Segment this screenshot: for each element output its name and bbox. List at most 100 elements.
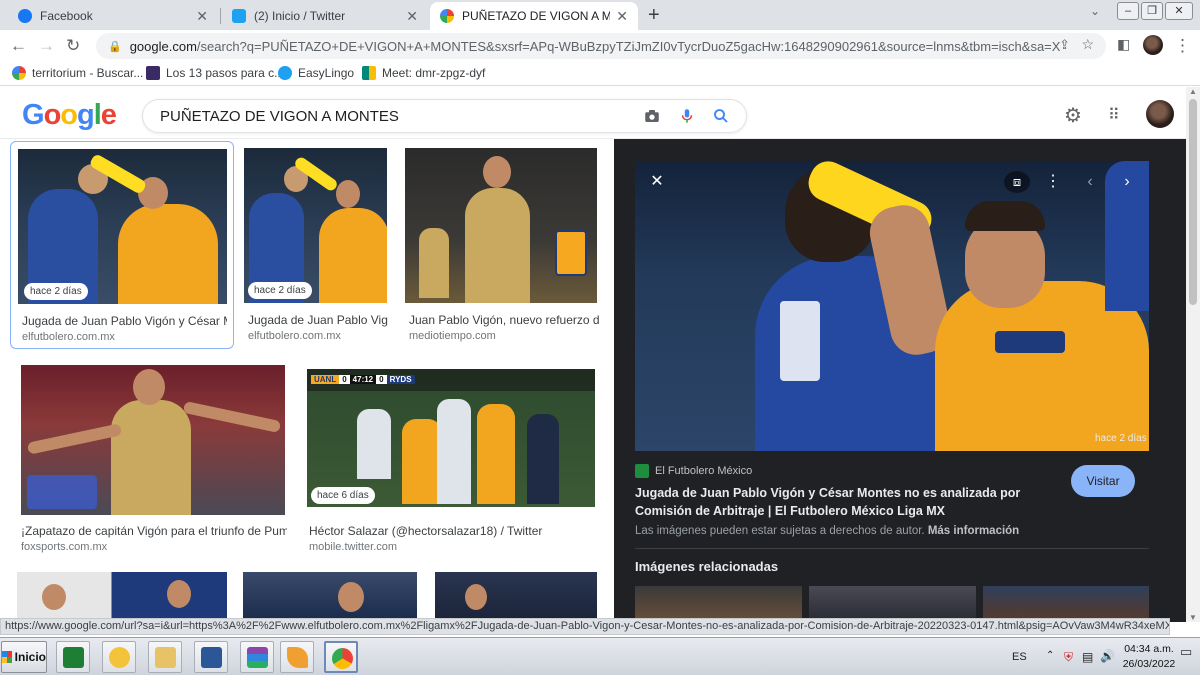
player-arm [26,423,123,455]
scroll-up-icon[interactable]: ▲ [1189,87,1197,96]
result-thumbnail[interactable] [405,148,597,303]
result-thumbnail[interactable]: hace 2 días [244,148,387,303]
volume-icon[interactable]: 🔊 [1100,649,1115,663]
tab-twitter[interactable]: (2) Inicio / Twitter ✕ [222,2,428,30]
preview-image[interactable] [635,161,1149,451]
source-name[interactable]: El Futbolero México [655,465,752,477]
result-caption[interactable]: Héctor Salazar (@hectorsalazar18) / Twit… [309,524,595,538]
paint-taskbar-icon[interactable] [280,641,314,673]
explorer-taskbar-icon[interactable] [148,641,182,673]
tab-facebook[interactable]: Facebook ✕ [8,2,218,30]
result-thumbnail[interactable]: UANL 0 47:12 0 RYDS hace 6 días [307,369,595,507]
start-button[interactable]: Inicio [1,641,47,673]
chrome-taskbar-icon[interactable] [324,641,358,673]
tab-search-icon[interactable]: ⌄ [1090,4,1100,18]
more-info-link[interactable]: Más información [928,525,1019,537]
player-head [133,369,165,405]
tab-title: Facebook [40,9,93,23]
image-result-card[interactable] [17,572,227,622]
back-icon[interactable]: ← [10,36,27,56]
search-box[interactable]: PUÑETAZO DE VIGON A MONTES [142,99,747,133]
settings-gear-icon[interactable]: ⚙ [1064,103,1082,128]
google-logo[interactable]: Google [22,99,117,132]
bookmark-meet[interactable]: Meet: dmr-zpgz-dyf [362,66,485,80]
apps-grid-icon[interactable]: ⠿ [1108,105,1120,125]
result-thumbnail[interactable] [21,365,285,515]
system-clock[interactable]: 04:34 a.m. 26/03/2022 [1122,642,1176,672]
restore-button[interactable]: ❐ [1141,2,1163,20]
image-result-card[interactable] [243,572,417,622]
image-result-card[interactable]: Juan Pablo Vigón, nuevo refuerzo de... m… [400,141,600,349]
mail-taskbar-icon[interactable] [102,641,136,673]
close-window-button[interactable]: ✕ [1165,2,1193,20]
result-thumbnail[interactable]: hace 2 días [18,149,227,304]
source-site[interactable]: El Futbolero México [635,464,752,478]
image-result-card[interactable]: ¡Zapatazo de capitán Vigón para el triun… [14,361,290,557]
search-icon[interactable] [712,107,730,125]
lens-search-icon[interactable]: ⧈ [1004,171,1030,193]
image-result-card[interactable]: hace 2 días Jugada de Juan Pablo Vig... … [238,141,390,349]
score-time: 47:12 [349,374,377,384]
browser-menu-icon[interactable]: ⋮ [1174,36,1191,56]
bookmark-territorium[interactable]: territorium - Buscar... [12,66,143,80]
stadium-banner [27,475,97,509]
word-taskbar-icon[interactable] [194,641,228,673]
result-source[interactable]: mediotiempo.com [409,330,496,342]
network-icon[interactable]: ▤ [1082,650,1093,664]
result-thumbnail[interactable] [17,572,227,622]
image-result-card[interactable] [435,572,597,622]
excel-taskbar-icon[interactable] [56,641,90,673]
camera-search-icon[interactable] [643,107,661,125]
close-tab-icon[interactable]: ✕ [616,8,628,25]
side-panel-icon[interactable]: ◧ [1117,36,1130,53]
language-indicator[interactable]: ES [1012,651,1027,663]
image-result-card[interactable]: hace 2 días Jugada de Juan Pablo Vigón y… [10,141,234,349]
image-result-card[interactable]: UANL 0 47:12 0 RYDS hace 6 días Héctor S… [302,361,598,557]
microphone-icon[interactable] [678,107,696,125]
related-image-thumbnail[interactable] [809,586,976,622]
result-caption[interactable]: ¡Zapatazo de capitán Vigón para el triun… [21,524,287,538]
previous-icon[interactable]: ‹ [1079,171,1101,193]
close-icon[interactable]: ✕ [646,171,668,193]
tab-google-search[interactable]: PUÑETAZO DE VIGON A MONTE ✕ [430,2,638,30]
bookmark-easylingo[interactable]: EasyLingo [278,66,354,80]
share-icon[interactable]: ⇪ [1059,37,1070,53]
minimize-button[interactable]: – [1117,2,1139,20]
winrar-taskbar-icon[interactable] [240,641,274,673]
result-caption[interactable]: Jugada de Juan Pablo Vig... [248,313,388,327]
address-bar[interactable]: 🔒 google.com/search?q=PUÑETAZO+DE+VIGON+… [96,33,1106,59]
account-avatar[interactable] [1146,100,1174,128]
player-head [338,582,364,612]
result-source[interactable]: elfutbolero.com.mx [248,330,341,342]
next-icon[interactable]: › [1116,171,1138,193]
page-scrollbar[interactable]: ▲ ▼ [1186,87,1200,622]
reload-icon[interactable]: ↻ [66,36,80,56]
player-white-shirt [357,409,391,479]
result-source[interactable]: mobile.twitter.com [309,541,397,553]
scroll-down-icon[interactable]: ▼ [1189,613,1197,622]
result-caption[interactable]: Juan Pablo Vigón, nuevo refuerzo de... [409,313,599,327]
bookmark-star-icon[interactable]: ☆ [1081,36,1094,53]
divider [635,548,1149,549]
forward-icon[interactable]: → [38,36,55,56]
show-hidden-icons[interactable]: ⌃ [1046,650,1054,661]
profile-avatar-icon[interactable] [1143,35,1163,55]
player-gold-shirt [111,400,191,515]
close-tab-icon[interactable]: ✕ [406,8,418,25]
more-options-icon[interactable]: ⋮ [1042,171,1064,193]
scrollbar-thumb[interactable] [1189,99,1197,305]
visit-button[interactable]: Visitar [1071,465,1135,497]
notification-icon[interactable]: ▭ [1180,644,1192,660]
result-caption[interactable]: Jugada de Juan Pablo Vigón y César M... [22,314,227,328]
result-thumbnail[interactable] [435,572,597,622]
new-tab-button[interactable]: + [648,4,660,27]
bookmark-13-pasos[interactable]: Los 13 pasos para c... [146,66,284,80]
related-image-thumbnail[interactable] [635,586,802,622]
result-thumbnail[interactable] [243,572,417,622]
result-source[interactable]: foxsports.com.mx [21,541,107,553]
close-tab-icon[interactable]: ✕ [196,8,208,25]
result-source[interactable]: elfutbolero.com.mx [22,331,115,343]
security-icon[interactable]: ⛨ [1064,650,1073,665]
preview-title[interactable]: Jugada de Juan Pablo Vigón y César Monte… [635,484,1055,520]
related-image-thumbnail[interactable] [983,586,1149,622]
